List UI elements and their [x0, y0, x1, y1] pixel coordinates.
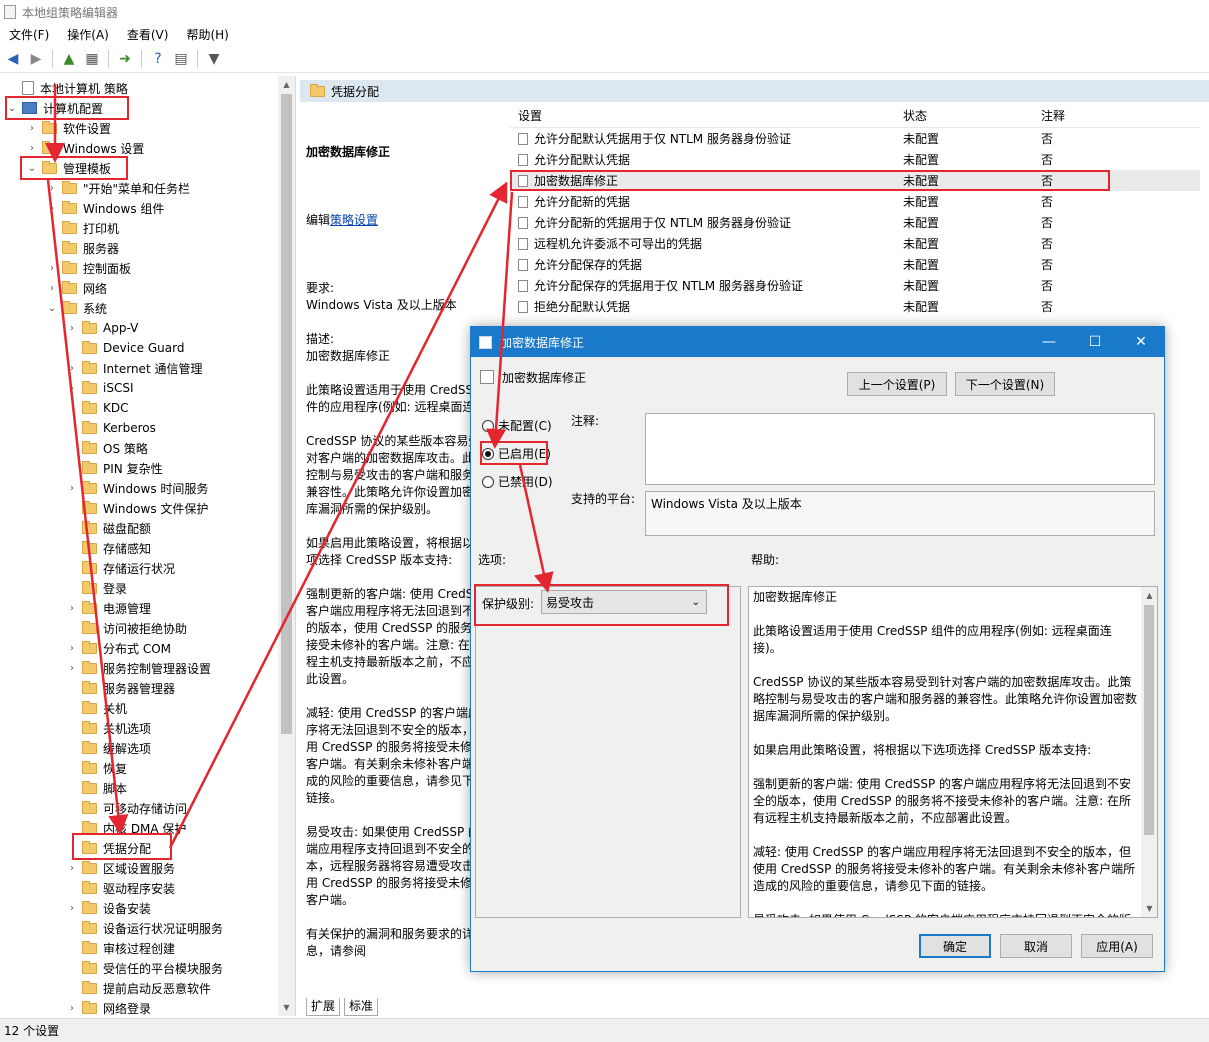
- arrow-2: [46, 179, 129, 835]
- annotation-arrows: [45, 84, 554, 849]
- arrow-3: [168, 181, 508, 849]
- arrow-5: [518, 464, 554, 593]
- arrow-4: [486, 191, 514, 449]
